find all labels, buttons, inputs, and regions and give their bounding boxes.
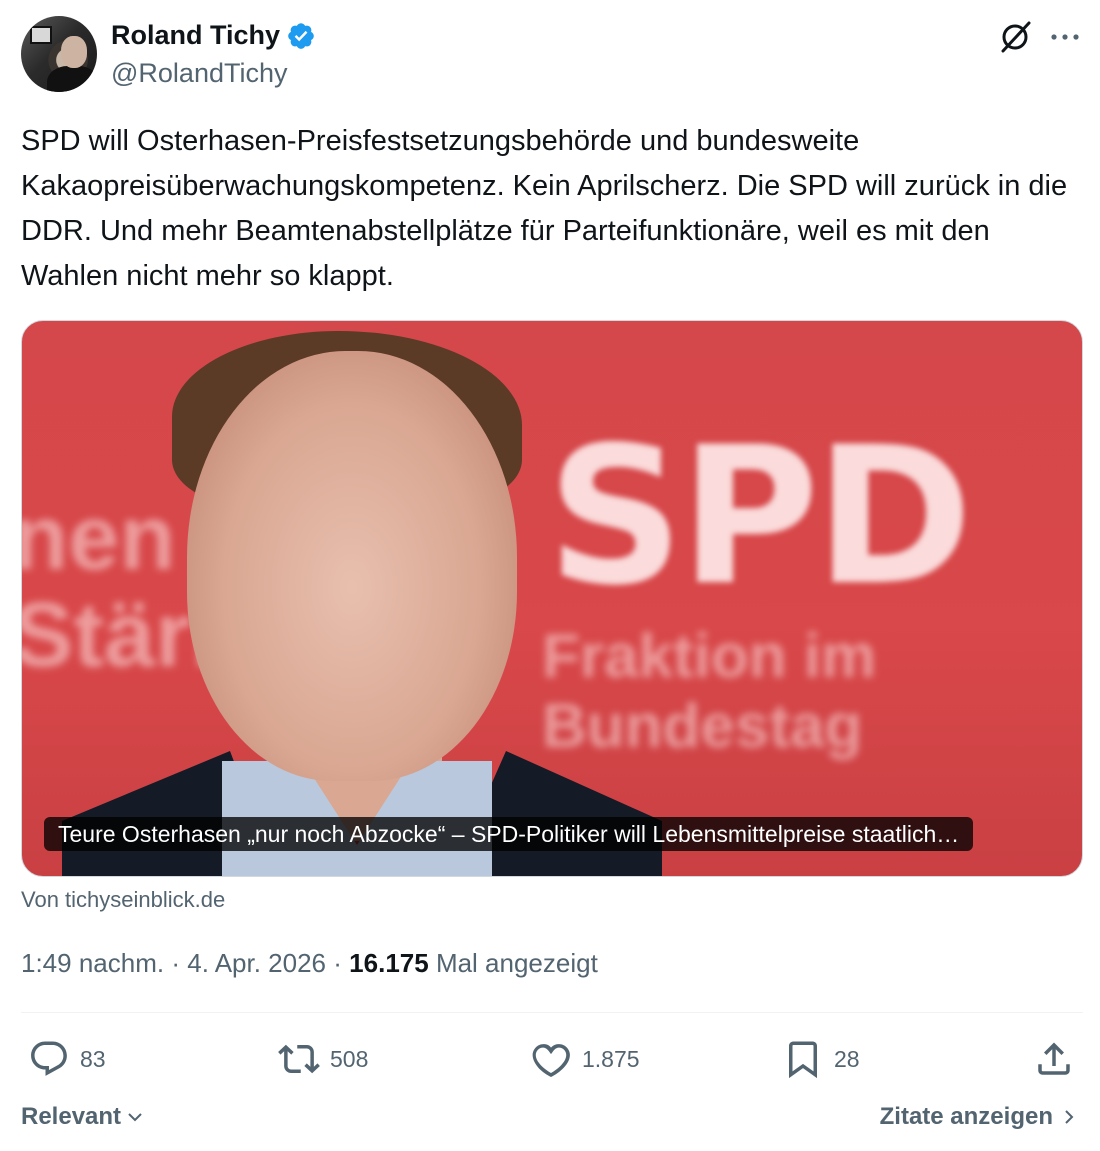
tweet-text: SPD will Osterhasen-Preisfestsetzungsbeh… [21,125,1068,292]
author-display-name[interactable]: Roland Tichy [111,20,280,51]
card-source[interactable]: Von tichyseinblick.de [21,887,225,913]
tweet-date[interactable]: 4. Apr. 2026 [187,948,326,978]
meta-separator: · [171,948,180,978]
link-card-image[interactable]: SPD Fraktion im Bundestag nen Stärk Teur… [21,320,1083,877]
avatar-face [61,36,87,68]
share-icon [1038,1042,1070,1075]
avatar[interactable] [21,16,97,92]
tweet-time[interactable]: 1:49 nachm. [21,948,164,978]
avatar-suit [47,66,97,92]
bookmark-button[interactable]: 28 [782,1038,860,1080]
grok-icon[interactable] [998,20,1032,54]
share-button[interactable] [1033,1038,1075,1080]
card-caption[interactable]: Teure Osterhasen „nur noch Abzocke“ – SP… [44,817,974,851]
like-count: 1.875 [582,1045,640,1072]
meta-separator: · [333,948,342,978]
quotes-label: Zitate anzeigen [879,1103,1053,1130]
background-subtitle-2: Bundestag [542,692,863,761]
bookmark-count: 28 [834,1045,860,1072]
person-head [187,351,517,781]
more-icon[interactable] [1048,24,1082,50]
reply-button[interactable]: 83 [28,1038,106,1080]
divider [21,1012,1083,1013]
background-spd-logo: SPD [547,406,973,627]
reply-count: 83 [80,1045,106,1072]
bookmark-icon [789,1041,817,1079]
views-label: Mal angezeigt [435,948,598,978]
sort-dropdown[interactable]: Relevant [21,1103,145,1131]
verified-icon [288,22,314,49]
retweet-count: 508 [330,1045,369,1072]
author-name-row: Roland Tichy [111,20,316,51]
avatar-frame [30,26,52,44]
view-quotes-link[interactable]: Zitate anzeigen [880,1103,1079,1131]
like-icon [532,1044,570,1078]
tweet-meta: 1:49 nachm. · 4. Apr. 2026 · 16.175 Mal … [21,948,598,979]
author-handle[interactable]: @RolandTichy [111,58,287,89]
background-subtitle-1: Fraktion im [542,622,877,691]
background-left-text-1: nen [21,487,176,589]
reply-icon [31,1041,67,1076]
like-button[interactable]: 1.875 [530,1038,640,1080]
chevron-right-icon [1065,1110,1074,1124]
retweet-button[interactable]: 508 [278,1038,368,1080]
views-count: 16.175 [349,948,429,978]
sort-label: Relevant [21,1103,122,1130]
retweet-icon [278,1044,320,1074]
chevron-down-icon [128,1113,142,1122]
